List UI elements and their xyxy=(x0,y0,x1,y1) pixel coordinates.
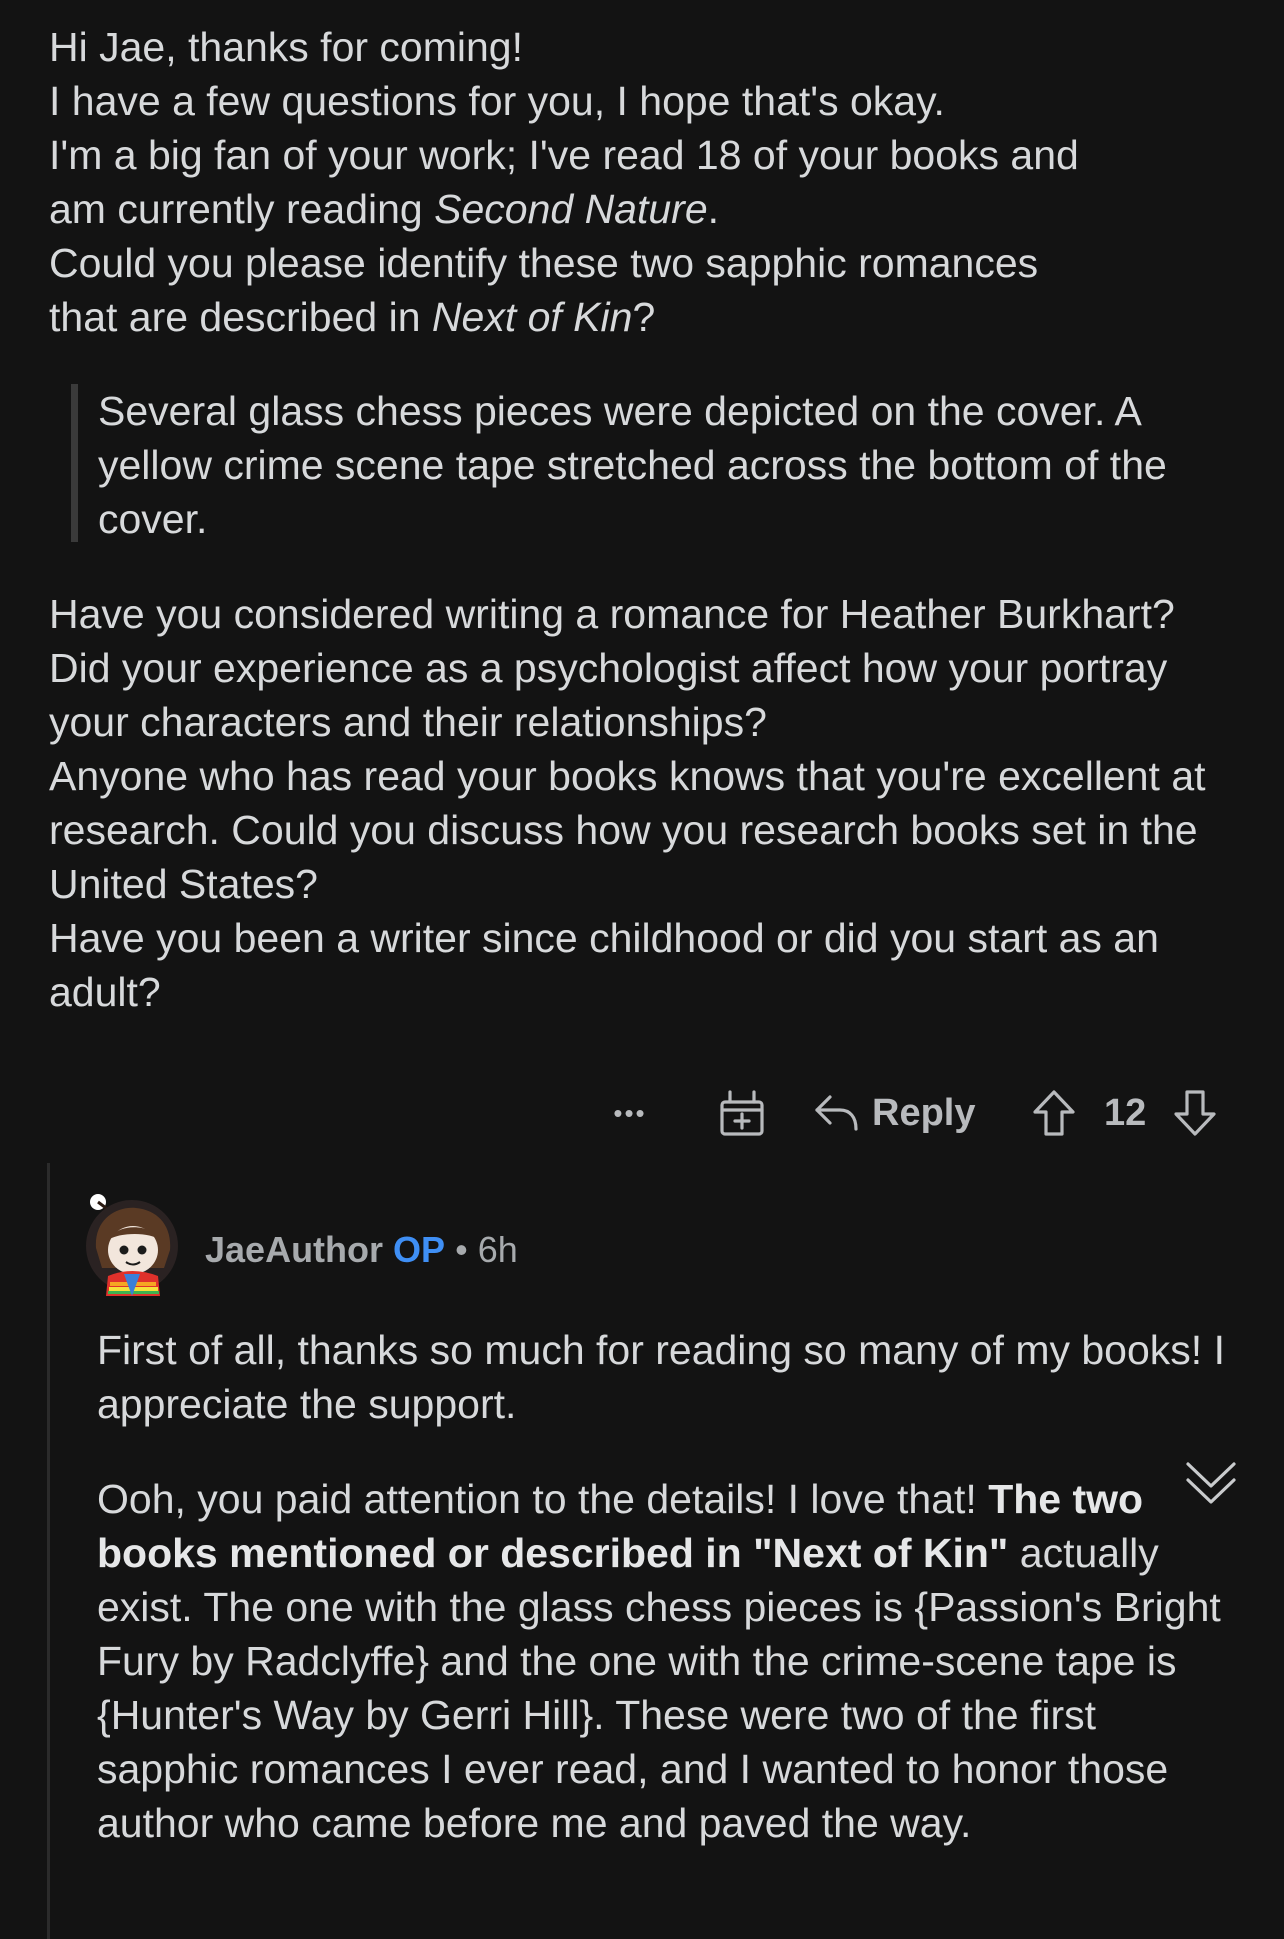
upvote-icon xyxy=(1032,1089,1076,1137)
vote-count: 12 xyxy=(1104,1091,1147,1134)
reply-button[interactable]: Reply xyxy=(814,1078,975,1148)
reply-body: First of all, thanks so much for reading… xyxy=(97,1323,1247,1431)
award-icon xyxy=(718,1088,766,1138)
downvote-button[interactable] xyxy=(1173,1078,1217,1148)
comment-line: Hi Jae, thanks for coming! xyxy=(49,24,523,70)
username-link[interactable]: JaeAuthor xyxy=(205,1229,383,1270)
comment-action-bar: ••• Reply 12 xyxy=(590,1078,1230,1148)
more-icon: ••• xyxy=(613,1097,647,1128)
upvote-button[interactable] xyxy=(1032,1078,1076,1148)
reply-text-segment: Ooh, you paid attention to the details! … xyxy=(97,1476,989,1522)
comment-line: I'm a big fan of your work; I've read 18… xyxy=(49,132,1079,178)
thread-line[interactable] xyxy=(47,1163,50,1939)
vote-score: 12 xyxy=(1104,1078,1146,1148)
comment-text-segment: . xyxy=(707,186,720,232)
collapse-thread-button[interactable] xyxy=(1182,1456,1240,1514)
comment-text-segment: ? xyxy=(632,294,656,340)
book-title-italic: Next of Kin xyxy=(431,294,633,340)
reply-text-segment: actually exist. The one with the glass c… xyxy=(97,1530,1221,1846)
blockquote: Several glass chess pieces were depicted… xyxy=(71,384,1258,542)
comment-line: am currently reading Second Nature. xyxy=(49,182,1249,236)
comment-meta: JaeAuthor OP • 6h xyxy=(205,1226,518,1274)
downvote-icon xyxy=(1173,1089,1217,1137)
comment-line: I have a few questions for you, I hope t… xyxy=(49,78,945,124)
timestamp: 6h xyxy=(477,1229,518,1270)
comment-text-segment: am currently reading xyxy=(49,186,435,232)
avatar[interactable] xyxy=(80,1188,184,1304)
comment-line: Could you please identify these two sapp… xyxy=(49,240,1039,286)
quote-text: Several glass chess pieces were depicted… xyxy=(98,388,1167,542)
meta-separator: • xyxy=(455,1229,468,1270)
book-title-italic: Second Nature xyxy=(434,186,708,232)
reply-paragraph: Ooh, you paid attention to the details! … xyxy=(97,1472,1247,1850)
award-button[interactable] xyxy=(718,1078,766,1148)
reply-body-continued: Ooh, you paid attention to the details! … xyxy=(97,1472,1247,1850)
more-options-button[interactable]: ••• xyxy=(600,1078,660,1148)
comment-line: that are described in Next of Kin? xyxy=(49,290,1249,344)
reply-label: Reply xyxy=(872,1091,976,1134)
comment-text-segment: that are described in xyxy=(49,294,432,340)
reply-paragraph: First of all, thanks so much for reading… xyxy=(97,1327,1225,1427)
comment-body: Hi Jae, thanks for coming! I have a few … xyxy=(49,20,1249,344)
op-badge: OP xyxy=(393,1229,446,1270)
double-chevron-down-icon xyxy=(1182,1462,1240,1518)
comment-body-continued: Have you considered writing a romance fo… xyxy=(49,587,1249,1019)
reply-arrow-icon xyxy=(814,1093,860,1133)
comment-paragraph: Have you considered writing a romance fo… xyxy=(49,591,1206,1015)
